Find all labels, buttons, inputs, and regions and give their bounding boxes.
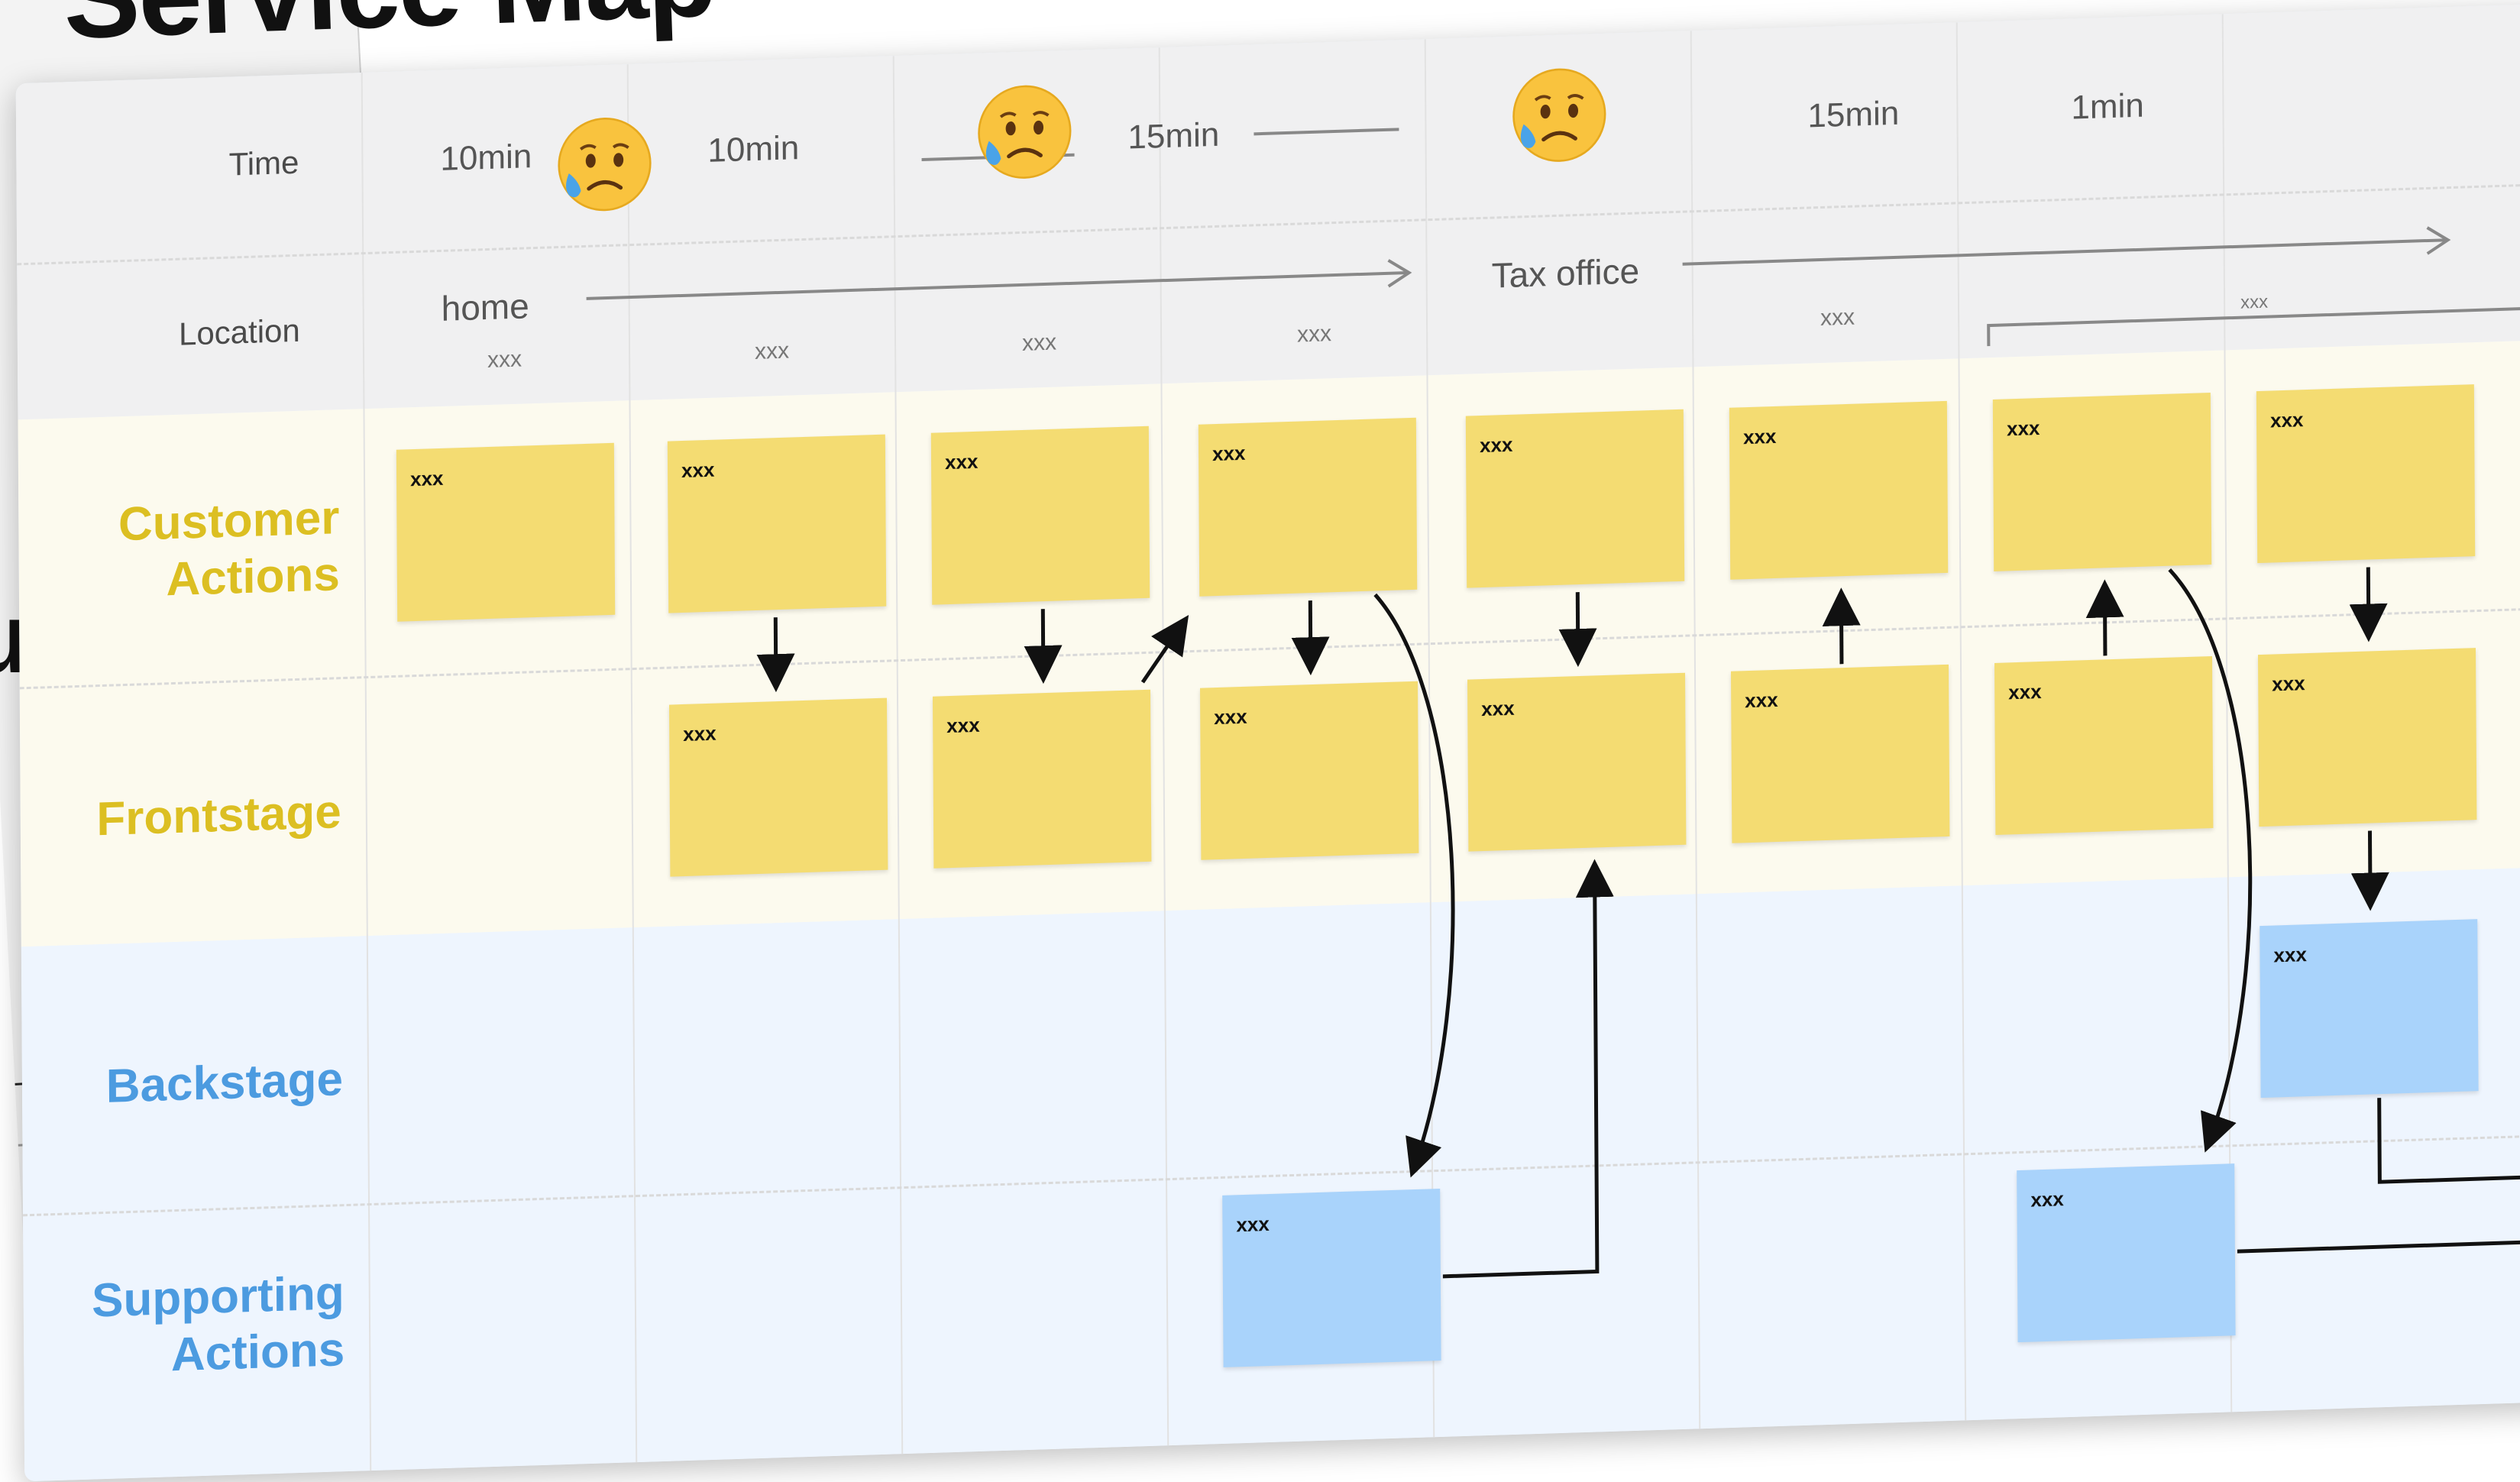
flow-arrow (2349, 567, 2388, 642)
flow-arrow (756, 617, 795, 693)
support-connector (1442, 859, 1614, 1279)
curved-flow-arrow (1373, 593, 1455, 1178)
connector-layer (586, 128, 2520, 1279)
flow-arrow (2085, 579, 2124, 656)
sad-tear-emoji-icon (1512, 68, 1606, 162)
support-connector (2237, 1238, 2520, 1254)
background-title: Service Map (61, 0, 717, 65)
flow-arrow (1140, 614, 1189, 684)
sad-tear-emoji-icon (978, 85, 1072, 179)
time-segment-line (1254, 128, 1399, 136)
location-arrow (586, 271, 1408, 300)
backstage-connector (2377, 1098, 2520, 1184)
location-arrow (1682, 238, 2447, 266)
sad-tear-emoji-icon (558, 117, 652, 212)
background-title-text: Service Map (61, 0, 717, 65)
service-blueprint-board: Time Location Customer Actions Frontstag… (15, 3, 2520, 1482)
flow-arrow (1558, 592, 1597, 668)
flow-arrow (1291, 600, 1330, 676)
curved-flow-arrow (2168, 568, 2253, 1153)
flow-arrow (1822, 587, 1861, 665)
location-bracket (1987, 306, 2520, 347)
